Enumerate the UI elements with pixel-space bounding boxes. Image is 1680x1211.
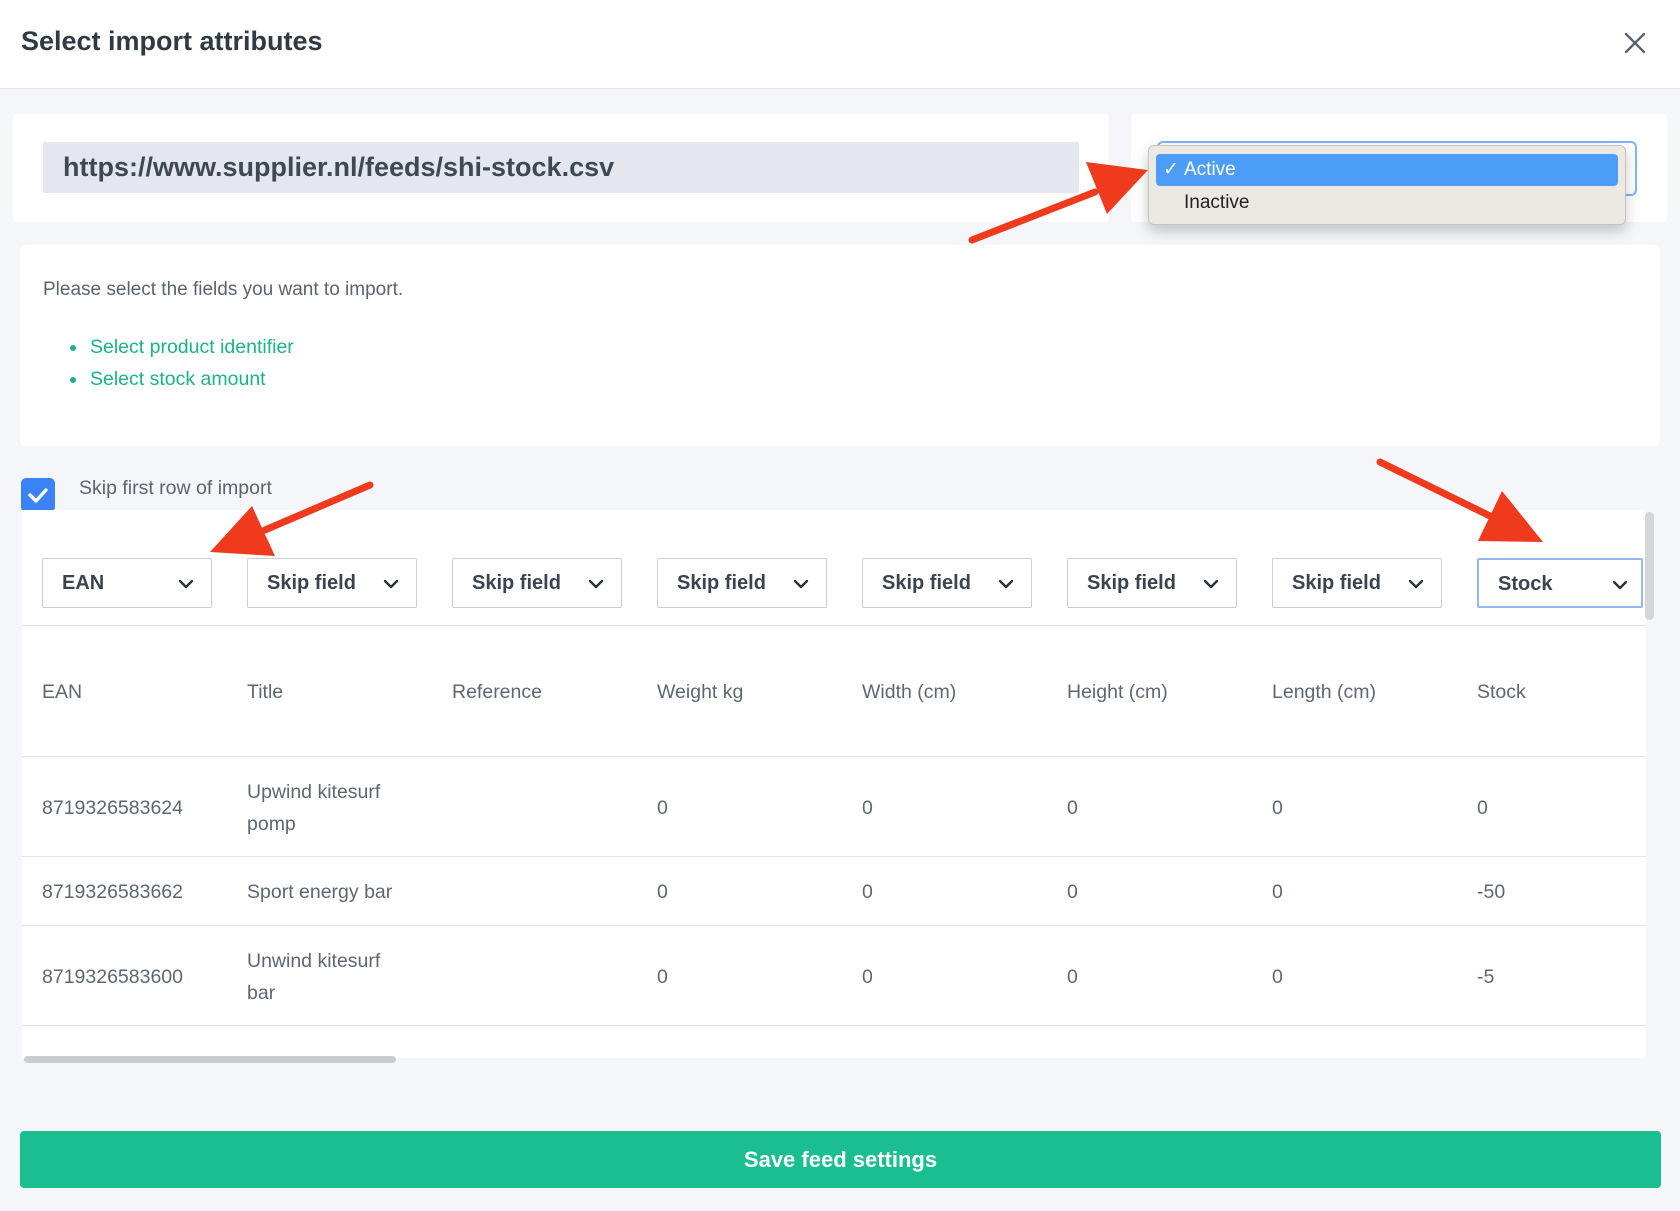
skip-first-row-checkbox[interactable] xyxy=(21,478,55,512)
modal-header: Select import attributes xyxy=(0,0,1680,89)
field-select-height[interactable]: Skip field xyxy=(1067,558,1237,608)
cell-ean: 8719326583662 xyxy=(42,881,183,903)
check-icon: ✓ xyxy=(1163,159,1179,180)
status-dropdown-menu: ✓ Active Inactive xyxy=(1148,145,1626,225)
close-icon xyxy=(1624,32,1646,54)
cell-width: 0 xyxy=(862,797,873,819)
field-select-length[interactable]: Skip field xyxy=(1272,558,1442,608)
cell-weight: 0 xyxy=(657,797,668,819)
field-select-weight[interactable]: Skip field xyxy=(657,558,827,608)
field-select-ean[interactable]: EAN xyxy=(42,558,212,608)
status-option-label: Active xyxy=(1184,159,1236,180)
row-divider xyxy=(22,1025,1646,1026)
cell-height: 0 xyxy=(1067,966,1078,988)
column-header-length: Length (cm) xyxy=(1272,681,1377,703)
chevron-down-icon xyxy=(178,579,194,589)
cell-title: Unwind kitesurf xyxy=(247,950,381,972)
cell-title-line2: bar xyxy=(247,982,276,1004)
chevron-down-icon xyxy=(383,579,399,589)
modal-title: Select import attributes xyxy=(21,26,323,56)
column-header-weight: Weight kg xyxy=(657,681,744,703)
cell-weight: 0 xyxy=(657,966,668,988)
cell-ean: 8719326583600 xyxy=(42,966,183,988)
cell-weight: 0 xyxy=(657,881,668,903)
requirements-list: Select product identifier Select stock a… xyxy=(70,331,294,395)
chevron-down-icon xyxy=(1612,580,1628,590)
cell-title: Sport energy bar xyxy=(247,881,393,903)
checkmark-icon xyxy=(28,488,48,503)
close-button[interactable] xyxy=(1618,26,1652,60)
feed-url-card xyxy=(13,114,1109,222)
cell-title-line2: pomp xyxy=(247,813,296,835)
cell-width: 0 xyxy=(862,966,873,988)
column-header-reference: Reference xyxy=(452,681,542,703)
column-header-height: Height (cm) xyxy=(1067,681,1168,703)
column-header-width: Width (cm) xyxy=(862,681,957,703)
cell-length: 0 xyxy=(1272,797,1283,819)
row-divider xyxy=(22,625,1646,626)
field-select-reference[interactable]: Skip field xyxy=(452,558,622,608)
cell-height: 0 xyxy=(1067,881,1078,903)
requirement-product-identifier[interactable]: Select product identifier xyxy=(70,331,294,363)
field-select-width[interactable]: Skip field xyxy=(862,558,1032,608)
row-divider xyxy=(22,856,1646,857)
feed-url-input[interactable] xyxy=(43,142,1079,193)
instruction-text: Please select the fields you want to imp… xyxy=(43,279,404,300)
status-option-label: Inactive xyxy=(1184,192,1250,213)
column-header-title: Title xyxy=(247,681,284,703)
status-option-active[interactable]: ✓ Active xyxy=(1156,154,1618,186)
cell-ean: 8719326583624 xyxy=(42,797,183,819)
row-divider xyxy=(22,756,1646,757)
chevron-down-icon xyxy=(588,579,604,589)
chevron-down-icon xyxy=(1203,579,1219,589)
field-select-title[interactable]: Skip field xyxy=(247,558,417,608)
cell-title: Upwind kitesurf xyxy=(247,781,381,803)
vertical-scrollbar[interactable] xyxy=(1645,512,1654,620)
row-divider xyxy=(22,925,1646,926)
status-option-inactive[interactable]: Inactive xyxy=(1156,187,1618,219)
column-header-ean: EAN xyxy=(42,681,83,703)
cell-length: 0 xyxy=(1272,881,1283,903)
field-select-stock[interactable]: Stock xyxy=(1477,558,1643,608)
skip-first-row-label: Skip first row of import xyxy=(79,477,272,499)
cell-stock: 0 xyxy=(1477,797,1488,819)
chevron-down-icon xyxy=(1408,579,1424,589)
cell-length: 0 xyxy=(1272,966,1283,988)
column-header-stock: Stock xyxy=(1477,681,1526,703)
instructions-card: Please select the fields you want to imp… xyxy=(20,245,1660,446)
save-feed-settings-button[interactable]: Save feed settings xyxy=(20,1131,1661,1188)
cell-stock: -5 xyxy=(1477,966,1495,988)
cell-height: 0 xyxy=(1067,797,1078,819)
cell-width: 0 xyxy=(862,881,873,903)
chevron-down-icon xyxy=(793,579,809,589)
chevron-down-icon xyxy=(998,579,1014,589)
import-preview-table: EAN Skip field Skip field Skip field Ski… xyxy=(22,510,1646,1058)
cell-stock: -50 xyxy=(1477,881,1506,903)
requirement-stock-amount[interactable]: Select stock amount xyxy=(70,363,294,395)
horizontal-scrollbar[interactable] xyxy=(24,1056,396,1063)
